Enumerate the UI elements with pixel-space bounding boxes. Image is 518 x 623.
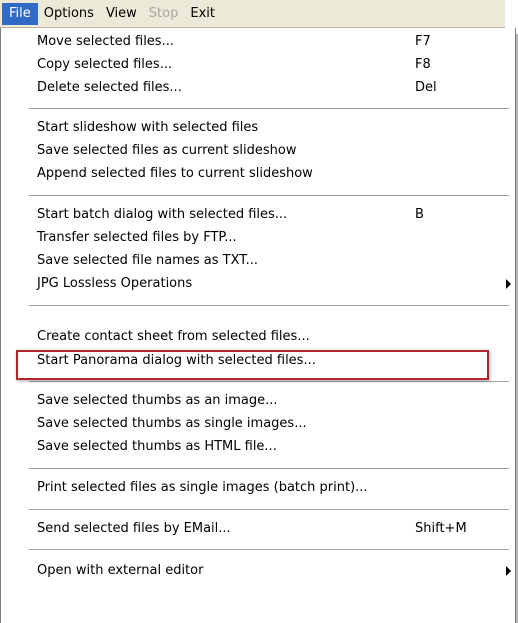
menu-item-append-slideshow[interactable]: Append selected files to current slidesh…	[37, 163, 313, 185]
menu-options[interactable]: Options	[38, 3, 100, 25]
file-dropdown-menu: Move selected files... F7 Copy selected …	[0, 28, 516, 623]
menu-item-delete[interactable]: Delete selected files...	[37, 77, 182, 99]
shortcut-delete: Del	[415, 80, 437, 95]
menu-item-contact-sheet[interactable]: Create contact sheet from selected files…	[37, 326, 310, 348]
menu-separator	[29, 509, 509, 510]
menu-exit[interactable]: Exit	[184, 3, 221, 25]
menu-bar: File Options View Stop Exit	[0, 0, 505, 28]
menu-item-save-slideshow[interactable]: Save selected files as current slideshow	[37, 140, 297, 162]
menu-item-batch-dialog[interactable]: Start batch dialog with selected files..…	[37, 204, 287, 226]
shortcut-email: Shift+M	[415, 521, 467, 536]
menu-item-thumbs-single[interactable]: Save selected thumbs as single images...	[37, 413, 307, 435]
menu-item-thumbs-image[interactable]: Save selected thumbs as an image...	[37, 390, 278, 412]
submenu-arrow-icon	[506, 566, 511, 576]
menu-separator	[29, 381, 509, 382]
menu-item-external-editor[interactable]: Open with external editor	[37, 560, 203, 582]
menu-stop[interactable]: Stop	[143, 3, 185, 25]
menu-item-start-slideshow[interactable]: Start slideshow with selected files	[37, 117, 258, 139]
menu-item-move[interactable]: Move selected files...	[37, 31, 174, 53]
menu-item-thumbs-html[interactable]: Save selected thumbs as HTML file...	[37, 436, 277, 458]
menu-separator	[29, 549, 509, 550]
menu-separator	[29, 195, 509, 196]
menu-item-jpg-lossless[interactable]: JPG Lossless Operations	[37, 273, 192, 295]
shortcut-copy: F8	[415, 57, 431, 72]
menu-item-send-email[interactable]: Send selected files by EMail...	[37, 518, 231, 540]
menu-separator	[29, 108, 509, 109]
shortcut-batch: B	[415, 207, 424, 222]
menu-file[interactable]: File	[2, 2, 38, 25]
menu-item-ftp-transfer[interactable]: Transfer selected files by FTP...	[37, 227, 237, 249]
menu-item-copy[interactable]: Copy selected files...	[37, 54, 172, 76]
submenu-arrow-icon	[506, 279, 511, 289]
menu-separator	[29, 468, 509, 469]
highlight-annotation-box	[16, 350, 489, 380]
menu-item-batch-print[interactable]: Print selected files as single images (b…	[37, 477, 368, 499]
menu-view[interactable]: View	[100, 3, 143, 25]
menu-item-save-names-txt[interactable]: Save selected file names as TXT...	[37, 250, 258, 272]
menu-separator	[29, 305, 509, 306]
shortcut-move: F7	[415, 34, 431, 49]
